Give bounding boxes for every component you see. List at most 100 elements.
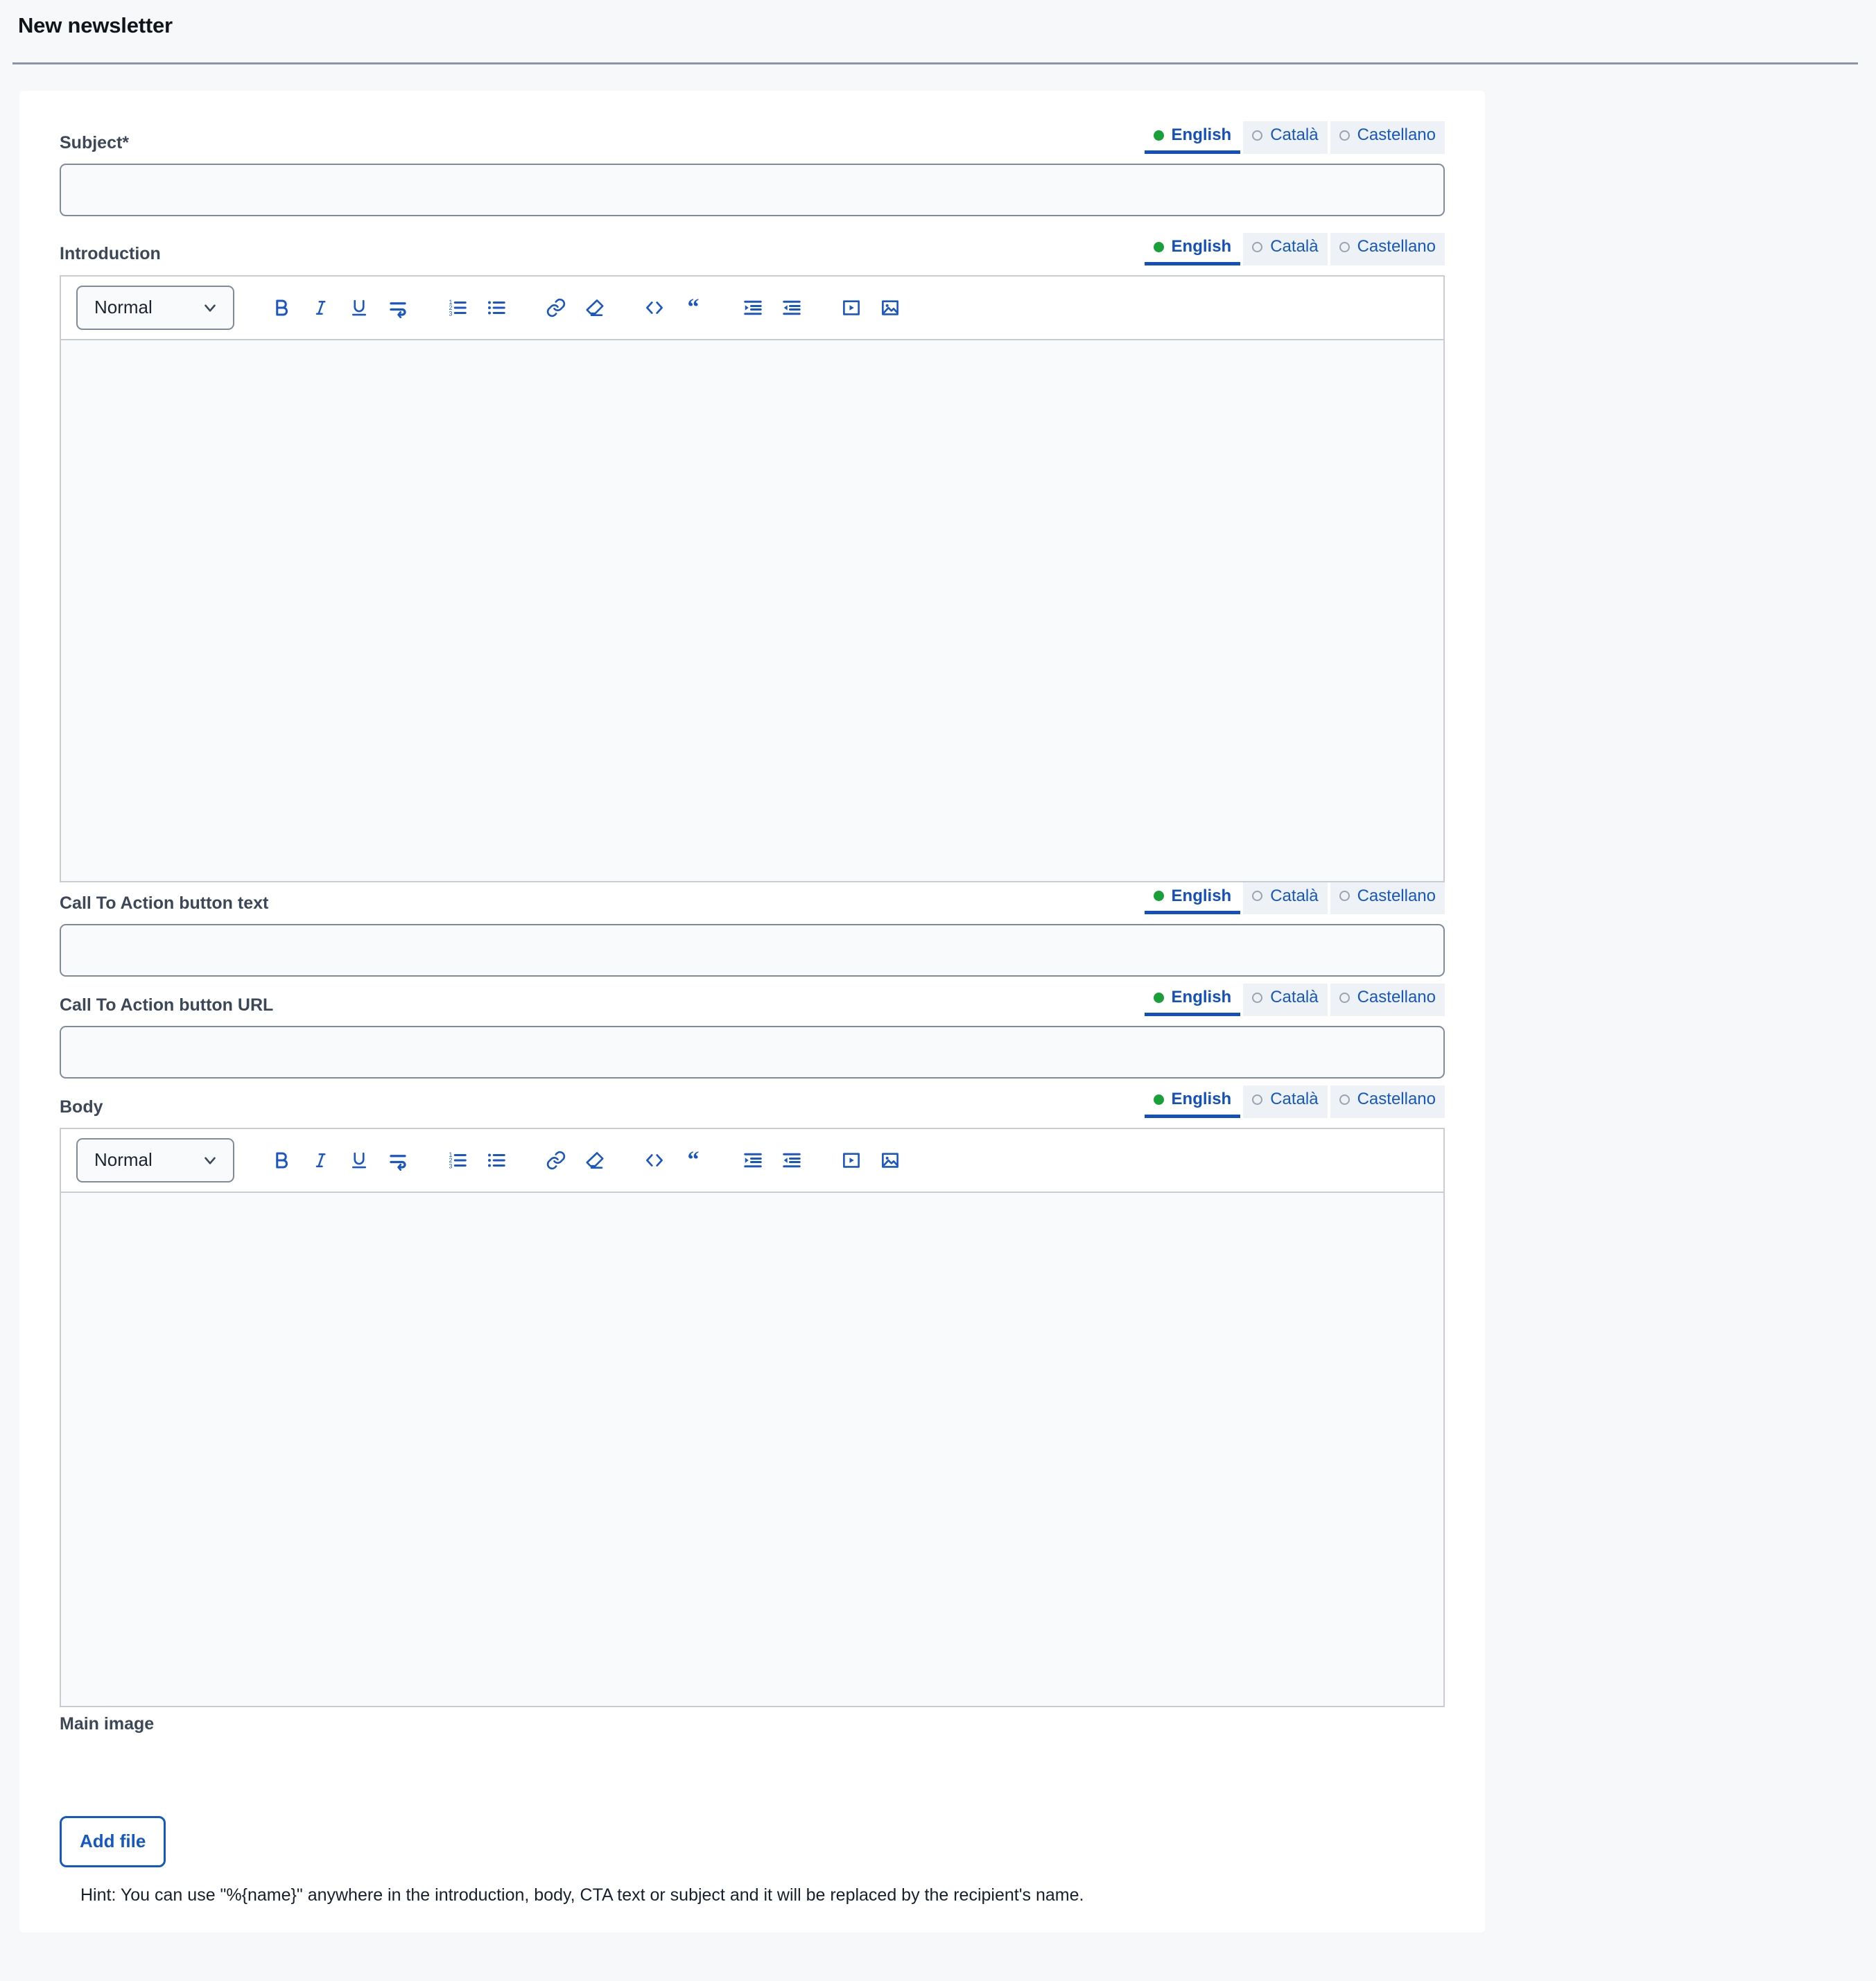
language-status-dot-icon <box>1252 891 1262 901</box>
outdent-icon[interactable] <box>772 1141 811 1180</box>
video-icon[interactable] <box>832 1141 871 1180</box>
lang-tab-castellano[interactable]: Castellano <box>1330 233 1445 265</box>
subject-label: Subject* <box>60 132 129 154</box>
list-tools: 123 <box>438 288 516 327</box>
svg-text:3: 3 <box>449 1162 453 1169</box>
lang-tab-english[interactable]: English <box>1145 1085 1241 1118</box>
add-file-button[interactable]: Add file <box>60 1816 166 1867</box>
lang-tab-label: English <box>1172 988 1232 1008</box>
format-block-value: Normal <box>94 297 153 318</box>
blockquote-glyph: “ <box>688 296 700 320</box>
lang-tab-english[interactable]: English <box>1145 121 1241 154</box>
clear-format-icon[interactable] <box>575 1141 614 1180</box>
chevron-down-icon <box>201 1151 219 1169</box>
blockquote-icon[interactable]: “ <box>674 288 713 327</box>
introduction-editor: Normal <box>60 275 1445 882</box>
language-status-dot-icon <box>1339 242 1350 252</box>
language-status-dot-icon <box>1154 130 1164 141</box>
lang-tab-castellano[interactable]: Castellano <box>1330 882 1445 915</box>
italic-icon[interactable] <box>301 1141 340 1180</box>
bullet-list-icon[interactable] <box>477 1141 516 1180</box>
strikethrough-icon[interactable] <box>379 1141 417 1180</box>
introduction-language-tabs: English Català Castellano <box>1145 233 1445 265</box>
svg-text:3: 3 <box>449 310 453 317</box>
language-status-dot-icon <box>1339 130 1350 141</box>
strikethrough-icon[interactable] <box>379 288 417 327</box>
language-status-dot-icon <box>1252 130 1262 141</box>
outdent-icon[interactable] <box>772 288 811 327</box>
lang-tab-label: Castellano <box>1357 125 1436 146</box>
language-status-dot-icon <box>1339 993 1350 1003</box>
code-icon[interactable] <box>635 288 674 327</box>
lang-tab-catala[interactable]: Català <box>1243 984 1327 1016</box>
ordered-list-icon[interactable]: 123 <box>438 1141 477 1180</box>
language-status-dot-icon <box>1154 993 1164 1003</box>
newsletter-form-card: Subject* English Català Castellano I <box>19 91 1485 1932</box>
image-icon[interactable] <box>871 288 910 327</box>
indent-icon[interactable] <box>733 288 772 327</box>
lang-tab-label: Català <box>1270 887 1318 907</box>
body-language-tabs: English Català Castellano <box>1145 1085 1445 1118</box>
lang-tab-label: Castellano <box>1357 237 1436 257</box>
ordered-list-icon[interactable]: 123 <box>438 288 477 327</box>
language-status-dot-icon <box>1154 1094 1164 1105</box>
lang-tab-castellano[interactable]: Castellano <box>1330 121 1445 154</box>
media-tools <box>832 1141 910 1180</box>
body-field-header: Body English Català Castellano <box>60 1085 1445 1118</box>
indent-icon[interactable] <box>733 1141 772 1180</box>
introduction-label: Introduction <box>60 243 161 265</box>
lang-tab-label: English <box>1172 125 1232 146</box>
video-icon[interactable] <box>832 288 871 327</box>
body-editor-content[interactable] <box>61 1193 1443 1706</box>
format-block-select[interactable]: Normal <box>76 286 234 330</box>
lang-tab-catala[interactable]: Català <box>1243 233 1327 265</box>
bold-icon[interactable] <box>262 1141 301 1180</box>
code-icon[interactable] <box>635 1141 674 1180</box>
lang-tab-castellano[interactable]: Castellano <box>1330 984 1445 1016</box>
link-icon[interactable] <box>537 1141 575 1180</box>
clear-format-icon[interactable] <box>575 288 614 327</box>
lang-tab-castellano[interactable]: Castellano <box>1330 1085 1445 1118</box>
cta-text-field-header: Call To Action button text English Catal… <box>60 882 1445 915</box>
cta-text-label: Call To Action button text <box>60 893 268 914</box>
cta-url-language-tabs: English Català Castellano <box>1145 984 1445 1016</box>
page-title: New newsletter <box>18 12 1876 38</box>
blockquote-icon[interactable]: “ <box>674 1141 713 1180</box>
lang-tab-label: English <box>1172 237 1232 257</box>
blockquote-glyph: “ <box>688 1149 700 1172</box>
lang-tab-label: Castellano <box>1357 887 1436 907</box>
link-tools <box>537 288 614 327</box>
subject-language-tabs: English Català Castellano <box>1145 121 1445 154</box>
body-editor-toolbar: Normal <box>61 1129 1443 1193</box>
lang-tab-english[interactable]: English <box>1145 882 1241 915</box>
lang-tab-label: English <box>1172 887 1232 907</box>
cta-text-language-tabs: English Català Castellano <box>1145 882 1445 915</box>
underline-icon[interactable] <box>340 1141 379 1180</box>
lang-tab-label: Català <box>1270 988 1318 1008</box>
lang-tab-catala[interactable]: Català <box>1243 121 1327 154</box>
introduction-editor-toolbar: Normal <box>61 277 1443 340</box>
lang-tab-english[interactable]: English <box>1145 984 1241 1016</box>
main-image-dropzone[interactable] <box>60 1734 1445 1816</box>
language-status-dot-icon <box>1154 891 1164 901</box>
bold-icon[interactable] <box>262 288 301 327</box>
lang-tab-catala[interactable]: Català <box>1243 882 1327 915</box>
bullet-list-icon[interactable] <box>477 288 516 327</box>
underline-icon[interactable] <box>340 288 379 327</box>
cta-url-field-header: Call To Action button URL English Català… <box>60 984 1445 1016</box>
image-icon[interactable] <box>871 1141 910 1180</box>
lang-tab-label: Català <box>1270 237 1318 257</box>
cta-text-input[interactable] <box>60 924 1445 977</box>
lang-tab-label: English <box>1172 1090 1232 1110</box>
link-icon[interactable] <box>537 288 575 327</box>
body-label: Body <box>60 1097 103 1118</box>
link-tools <box>537 1141 614 1180</box>
chevron-down-icon <box>201 299 219 317</box>
introduction-editor-content[interactable] <box>61 340 1443 881</box>
italic-icon[interactable] <box>301 288 340 327</box>
lang-tab-catala[interactable]: Català <box>1243 1085 1327 1118</box>
format-block-select[interactable]: Normal <box>76 1138 234 1183</box>
lang-tab-english[interactable]: English <box>1145 233 1241 265</box>
subject-input[interactable] <box>60 164 1445 216</box>
cta-url-input[interactable] <box>60 1026 1445 1079</box>
